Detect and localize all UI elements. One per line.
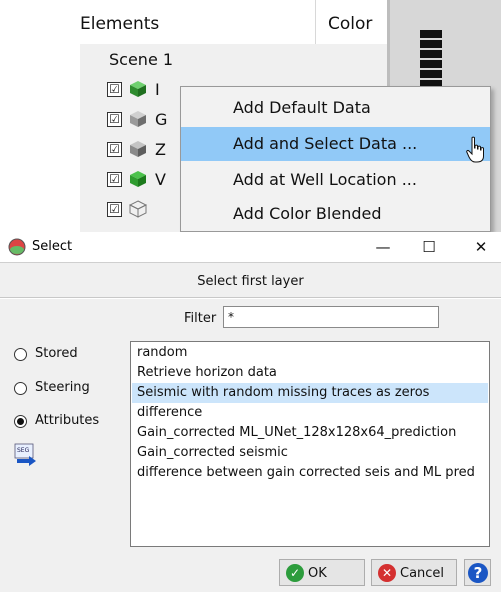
tree-item-label: Z (155, 140, 166, 159)
filter-label: Filter (184, 311, 217, 326)
list-item[interactable]: random (132, 343, 488, 363)
radio-label-attributes: Attributes (35, 413, 100, 428)
column-header-elements[interactable]: Elements (80, 14, 159, 34)
radio-label-steering: Steering (35, 380, 90, 395)
checkbox-checked-icon[interactable]: ☑ (107, 172, 122, 187)
attribute-list[interactable]: random Retrieve horizon data Seismic wit… (130, 341, 490, 547)
ok-label: OK (308, 566, 327, 581)
titlebar-divider (0, 262, 501, 263)
help-icon: ? (468, 563, 488, 583)
tree-item-label: G (155, 110, 168, 129)
maximize-button[interactable]: ☐ (414, 236, 444, 258)
menu-item-add-at-well-location[interactable]: Add at Well Location ... (181, 163, 490, 197)
app-icon (8, 238, 26, 256)
filter-input[interactable] (223, 306, 439, 328)
dialog-titlebar[interactable]: Select — ☐ ✕ (0, 232, 501, 262)
cancel-x-icon: ✕ (378, 564, 396, 582)
radio-button-icon[interactable] (14, 348, 27, 361)
close-button[interactable]: ✕ (466, 236, 496, 258)
radio-button-icon[interactable] (14, 382, 27, 395)
list-item[interactable]: Gain_corrected ML_UNet_128x128x64_predic… (132, 423, 488, 443)
gray-cube-icon (130, 111, 146, 127)
list-item[interactable]: difference (132, 403, 488, 423)
hand-cursor-icon (466, 136, 484, 163)
select-dialog: Select — ☐ ✕ Select first layer Filter S… (0, 232, 501, 592)
radio-label-stored: Stored (35, 346, 78, 361)
dialog-title: Select (32, 239, 73, 254)
green-cube-icon (130, 171, 146, 187)
list-item[interactable]: Retrieve horizon data (132, 363, 488, 383)
context-menu: Add Default Data Add and Select Data ...… (180, 86, 491, 232)
gray-cube-icon (130, 141, 146, 157)
radio-button-selected-icon[interactable] (14, 415, 27, 428)
help-button[interactable]: ? (464, 559, 491, 586)
tree-item-label: I (155, 80, 160, 99)
menu-item-add-color-blended[interactable]: Add Color Blended (181, 197, 490, 231)
seg-import-icon[interactable]: SEG (14, 443, 38, 467)
cancel-label: Cancel (400, 566, 445, 581)
scene-tree-panel: Elements Color Scene 1 ☑ I ☑ G ☑ Z ☑ V ☑… (0, 0, 501, 232)
header-divider (0, 297, 501, 299)
list-item-selected[interactable]: Seismic with random missing traces as ze… (132, 383, 488, 403)
list-item[interactable]: difference between gain corrected seis a… (132, 463, 488, 483)
checkbox-checked-icon[interactable]: ☑ (107, 202, 122, 217)
menu-item-add-default-data[interactable]: Add Default Data (181, 91, 490, 125)
svg-text:SEG: SEG (17, 447, 30, 454)
checkmark-icon: ✓ (286, 564, 304, 582)
checkbox-checked-icon[interactable]: ☑ (107, 82, 122, 97)
select-heading: Select first layer (197, 274, 304, 289)
column-divider (315, 0, 316, 44)
wireframe-cube-icon (129, 200, 147, 218)
minimize-button[interactable]: — (368, 236, 398, 258)
menu-item-add-and-select-data[interactable]: Add and Select Data ... (181, 127, 490, 161)
color-swatch (420, 30, 442, 90)
list-item[interactable]: Gain_corrected seismic (132, 443, 488, 463)
checkbox-checked-icon[interactable]: ☑ (107, 142, 122, 157)
green-cube-icon (130, 81, 146, 97)
checkbox-checked-icon[interactable]: ☑ (107, 112, 122, 127)
tree-item-label: V (155, 170, 166, 189)
column-header-color[interactable]: Color (328, 14, 372, 34)
scene-node[interactable]: Scene 1 (109, 50, 173, 69)
cancel-button[interactable]: ✕ Cancel (371, 559, 457, 586)
ok-button[interactable]: ✓ OK (279, 559, 365, 586)
